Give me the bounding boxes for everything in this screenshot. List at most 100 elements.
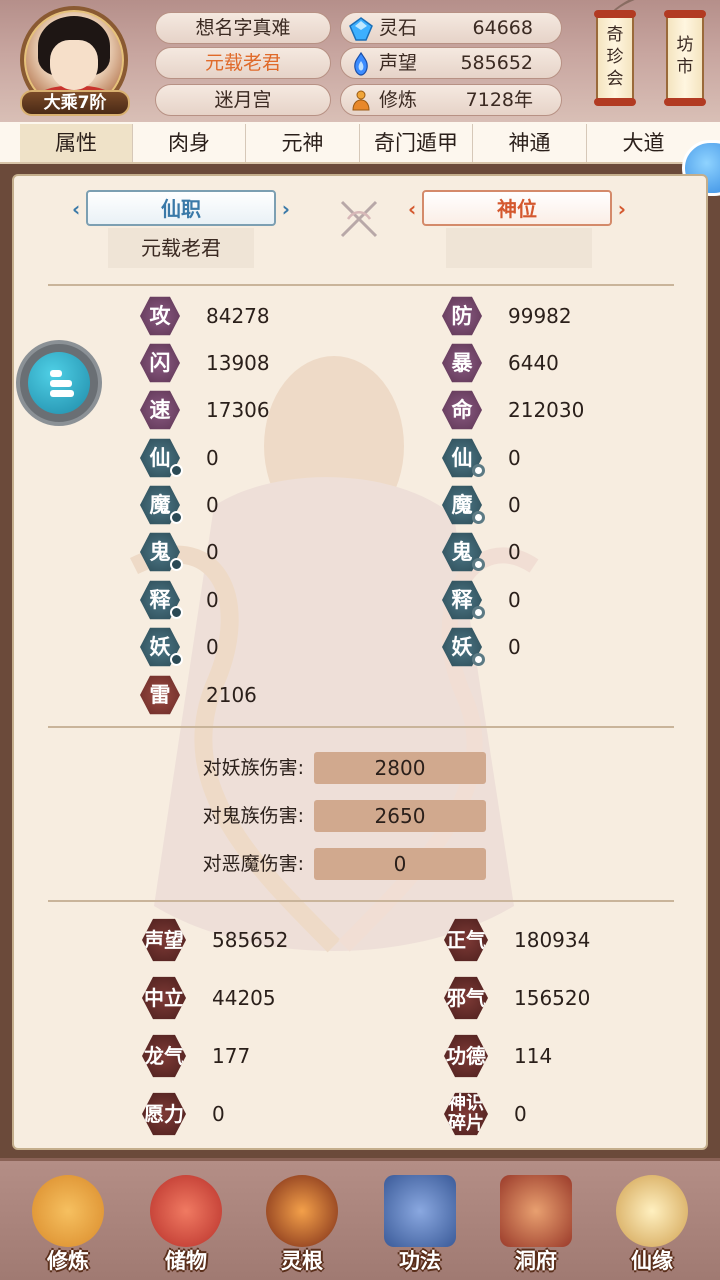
resource-spirit-stone[interactable]: 灵石 64668 [340, 12, 562, 44]
treasure-bag-icon [150, 1175, 222, 1247]
rep-value: 114 [514, 1044, 553, 1068]
nav-techniques[interactable]: 功法 [370, 1171, 470, 1279]
tab-qimen[interactable]: 奇门遁甲 [360, 124, 473, 162]
nav-storage[interactable]: 储物 [136, 1171, 236, 1279]
rep-badge: 愿力 [142, 1092, 186, 1136]
nav-spirit-root[interactable]: 灵根 [252, 1171, 352, 1279]
stat-value: 0 [206, 635, 219, 659]
stat-value: 0 [508, 588, 521, 612]
stat-value: 0 [508, 446, 521, 470]
stat-value: 0 [206, 588, 219, 612]
cultivation-meditation-icon [352, 90, 370, 111]
damage-label: 对妖族伤害: [202, 757, 304, 779]
player-title[interactable]: 元载老君 [155, 47, 331, 79]
stat-value: 0 [206, 493, 219, 517]
damage-value: 2800 [314, 752, 486, 784]
resource-value: 7128年 [465, 89, 533, 111]
stat-value: 13908 [206, 351, 270, 375]
info-marker-icon [170, 653, 183, 666]
stat-value: 17306 [206, 398, 270, 422]
nav-label: 修炼 [47, 1249, 89, 1273]
scroll-button-line: 市 [676, 57, 694, 77]
market-button[interactable]: 坊 市 [664, 10, 706, 106]
rep-badge-line: 神识 [448, 1093, 484, 1114]
scroll-button-line: 会 [606, 69, 624, 89]
attribute-panel: ‹ 仙职 › 元载老君 ‹ 神位 › 攻 84278 闪 13908 速 173… [12, 174, 708, 1150]
ring-marker-icon [472, 606, 485, 619]
nav-label: 洞府 [515, 1249, 557, 1273]
player-header: 大乘7阶 想名字真难 元载老君 迷月宫 灵石 64668 声望 585652 修… [0, 0, 720, 122]
ring-marker-icon [472, 653, 485, 666]
damage-value: 2650 [314, 800, 486, 832]
info-marker-icon [170, 464, 183, 477]
gourd-immortal-icon [616, 1175, 688, 1247]
meditating-monk-icon [32, 1175, 104, 1247]
resource-value: 585652 [460, 52, 533, 74]
resource-value: 64668 [472, 17, 533, 39]
plaque-left-arrow-icon: ‹ [408, 197, 417, 221]
scroll-button-line: 奇 [606, 25, 624, 45]
rep-value: 44205 [212, 986, 276, 1010]
nav-cave[interactable]: 洞府 [486, 1171, 586, 1279]
spirit-root-swirl-icon [266, 1175, 338, 1247]
stat-value: 212030 [508, 398, 585, 422]
immortal-post-value: 元载老君 [108, 228, 254, 268]
cave-mansion-icon [500, 1175, 572, 1247]
realm-badge: 大乘7阶 [20, 90, 130, 116]
rep-value: 180934 [514, 928, 591, 952]
plaque-right-arrow-icon: › [617, 197, 626, 221]
resource-label: 修炼 [379, 89, 418, 111]
info-marker-icon [170, 558, 183, 571]
scroll-button-line: 珍 [606, 47, 624, 67]
scroll-button-line: 坊 [676, 35, 694, 55]
floating-menu-button[interactable] [16, 340, 102, 426]
damage-value: 0 [314, 848, 486, 880]
stat-value: 84278 [206, 304, 270, 328]
stat-value: 2106 [206, 683, 257, 707]
rep-value: 0 [212, 1102, 225, 1126]
ring-marker-icon [472, 558, 485, 571]
resource-label: 灵石 [379, 17, 418, 39]
nav-label: 功法 [399, 1249, 441, 1273]
rep-value: 177 [212, 1044, 251, 1068]
resource-reputation[interactable]: 声望 585652 [340, 47, 562, 79]
section-divider [48, 726, 674, 728]
ring-marker-icon [472, 464, 485, 477]
tab-dao[interactable]: 大道 [587, 124, 700, 162]
stat-value: 0 [206, 446, 219, 470]
rep-badge: 龙气 [142, 1034, 186, 1078]
info-marker-icon [170, 606, 183, 619]
damage-label: 对恶魔伤害: [202, 853, 304, 875]
player-sect[interactable]: 迷月宫 [155, 84, 331, 116]
rare-treasure-fair-button[interactable]: 奇 珍 会 [594, 10, 636, 106]
resource-cultivation[interactable]: 修炼 7128年 [340, 84, 562, 116]
rep-badge: 神识 碎片 [444, 1092, 488, 1136]
player-name[interactable]: 想名字真难 [155, 12, 331, 44]
technique-book-icon [384, 1175, 456, 1247]
reputation-flame-icon [354, 52, 368, 76]
plaque-left-arrow-icon: ‹ [72, 197, 81, 221]
nav-fate[interactable]: 仙缘 [602, 1171, 702, 1279]
stat-value: 0 [508, 493, 521, 517]
tab-attributes[interactable]: 属性 [20, 124, 133, 162]
nav-cultivate[interactable]: 修炼 [18, 1171, 118, 1279]
nav-label: 储物 [165, 1249, 207, 1273]
nav-label: 灵根 [281, 1249, 323, 1273]
info-marker-icon [170, 511, 183, 524]
spirit-stone-icon [349, 17, 373, 41]
stat-value: 6440 [508, 351, 559, 375]
tab-abilities[interactable]: 神通 [473, 124, 587, 162]
resource-label: 声望 [379, 52, 418, 74]
divine-rank-value [446, 228, 592, 268]
crossed-swords-icon [340, 200, 378, 238]
rep-value: 585652 [212, 928, 289, 952]
nav-label: 仙缘 [631, 1249, 673, 1273]
bottom-navigation: 修炼 储物 灵根 功法 洞府 仙缘 [0, 1158, 720, 1280]
rep-value: 0 [514, 1102, 527, 1126]
rep-badge: 功德 [444, 1034, 488, 1078]
rep-badge-line: 碎片 [448, 1113, 484, 1134]
stat-value: 0 [206, 540, 219, 564]
tab-body[interactable]: 肉身 [133, 124, 246, 162]
stat-value: 0 [508, 540, 521, 564]
tab-spirit[interactable]: 元神 [246, 124, 360, 162]
